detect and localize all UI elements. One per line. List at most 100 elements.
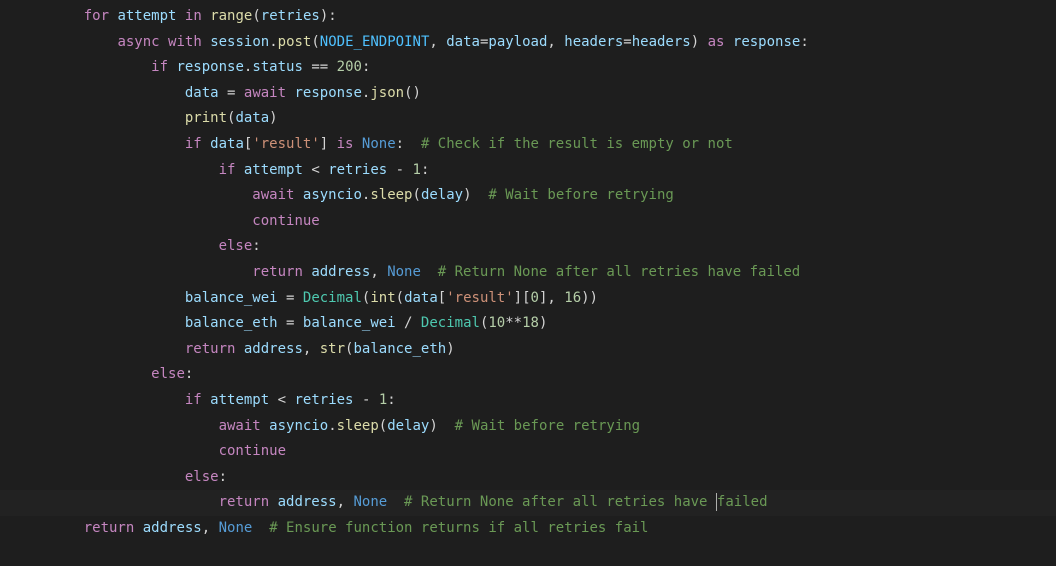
number: 200 [337, 59, 362, 75]
variable: address [143, 520, 202, 536]
builtin-str: str [320, 341, 345, 357]
code-line[interactable]: else: [0, 234, 1056, 260]
method: sleep [337, 418, 379, 434]
code-line[interactable]: async with session.post(NODE_ENDPOINT, d… [0, 30, 1056, 56]
variable: retries [261, 8, 320, 24]
none-literal: None [353, 494, 387, 510]
string: 'result' [446, 290, 513, 306]
keyword-else: else [151, 366, 185, 382]
keyword-in: in [185, 8, 202, 24]
code-editor[interactable]: for attempt in range(retries): async wit… [0, 0, 1056, 541]
variable: data [210, 136, 244, 152]
variable: balance_eth [185, 315, 278, 331]
code-line[interactable]: continue [0, 439, 1056, 465]
keyword-await: await [252, 187, 294, 203]
variable: address [311, 264, 370, 280]
variable: payload [488, 34, 547, 50]
keyword-with: with [168, 34, 202, 50]
class-decimal: Decimal [303, 290, 362, 306]
number: 1 [379, 392, 387, 408]
keyword-for: for [84, 8, 109, 24]
code-line[interactable]: return address, str(balance_eth) [0, 337, 1056, 363]
comment: # Check if the result is empty or not [421, 136, 733, 152]
keyword-return: return [185, 341, 236, 357]
keyword-if: if [185, 136, 202, 152]
string: 'result' [252, 136, 319, 152]
attribute: status [252, 59, 303, 75]
variable: retries [294, 392, 353, 408]
code-line[interactable]: if attempt < retries - 1: [0, 388, 1056, 414]
param: data [446, 34, 480, 50]
number: 10 [488, 315, 505, 331]
keyword-await: await [244, 85, 286, 101]
keyword-await: await [219, 418, 261, 434]
number: 0 [531, 290, 539, 306]
code-line[interactable]: await asyncio.sleep(delay) # Wait before… [0, 414, 1056, 440]
variable: address [278, 494, 337, 510]
keyword-continue: continue [219, 443, 286, 459]
none-literal: None [362, 136, 396, 152]
code-line[interactable]: if attempt < retries - 1: [0, 158, 1056, 184]
keyword-if: if [151, 59, 168, 75]
keyword-is: is [337, 136, 354, 152]
variable: asyncio [269, 418, 328, 434]
keyword-return: return [84, 520, 135, 536]
keyword-else: else [219, 238, 253, 254]
keyword-return: return [252, 264, 303, 280]
variable: response [733, 34, 800, 50]
number: 16 [564, 290, 581, 306]
variable: retries [328, 162, 387, 178]
variable: headers [632, 34, 691, 50]
code-line[interactable]: return address, None # Return None after… [0, 490, 1056, 516]
comment: # Return None after all retries have fai… [404, 494, 767, 510]
constant: NODE_ENDPOINT [320, 34, 430, 50]
keyword-if: if [185, 392, 202, 408]
variable: balance_wei [185, 290, 278, 306]
variable: data [235, 110, 269, 126]
code-line[interactable]: if data['result'] is None: # Check if th… [0, 132, 1056, 158]
variable: data [404, 290, 438, 306]
variable: delay [421, 187, 463, 203]
keyword-continue: continue [252, 213, 319, 229]
variable: balance_eth [353, 341, 446, 357]
method: sleep [370, 187, 412, 203]
comment: # Return None after all retries have fai… [438, 264, 800, 280]
keyword-if: if [219, 162, 236, 178]
code-line[interactable]: balance_wei = Decimal(int(data['result']… [0, 286, 1056, 312]
method: json [370, 85, 404, 101]
class-decimal: Decimal [421, 315, 480, 331]
variable: balance_wei [303, 315, 396, 331]
code-line[interactable]: continue [0, 209, 1056, 235]
variable: response [176, 59, 243, 75]
builtin-print: print [185, 110, 227, 126]
param: headers [564, 34, 623, 50]
comment: # Wait before retrying [455, 418, 640, 434]
comment: # Wait before retrying [488, 187, 673, 203]
code-line[interactable]: return address, None # Return None after… [0, 260, 1056, 286]
code-line[interactable]: for attempt in range(retries): [0, 4, 1056, 30]
method: post [278, 34, 312, 50]
builtin-int: int [370, 290, 395, 306]
code-line[interactable]: else: [0, 465, 1056, 491]
code-line[interactable]: if response.status == 200: [0, 55, 1056, 81]
variable: asyncio [303, 187, 362, 203]
none-literal: None [387, 264, 421, 280]
code-line[interactable]: else: [0, 362, 1056, 388]
keyword-else: else [185, 469, 219, 485]
keyword-as: as [708, 34, 725, 50]
code-line[interactable]: balance_eth = balance_wei / Decimal(10**… [0, 311, 1056, 337]
code-line[interactable]: return address, None # Ensure function r… [0, 516, 1056, 542]
variable: attempt [210, 392, 269, 408]
variable: address [244, 341, 303, 357]
variable: data [185, 85, 219, 101]
variable: response [294, 85, 361, 101]
code-line[interactable]: data = await response.json() [0, 81, 1056, 107]
comment: # Ensure function returns if all retries… [269, 520, 648, 536]
number: 1 [413, 162, 421, 178]
keyword-return: return [219, 494, 270, 510]
code-line[interactable]: print(data) [0, 106, 1056, 132]
code-line[interactable]: await asyncio.sleep(delay) # Wait before… [0, 183, 1056, 209]
variable: session [210, 34, 269, 50]
keyword-async: async [117, 34, 159, 50]
variable: delay [387, 418, 429, 434]
